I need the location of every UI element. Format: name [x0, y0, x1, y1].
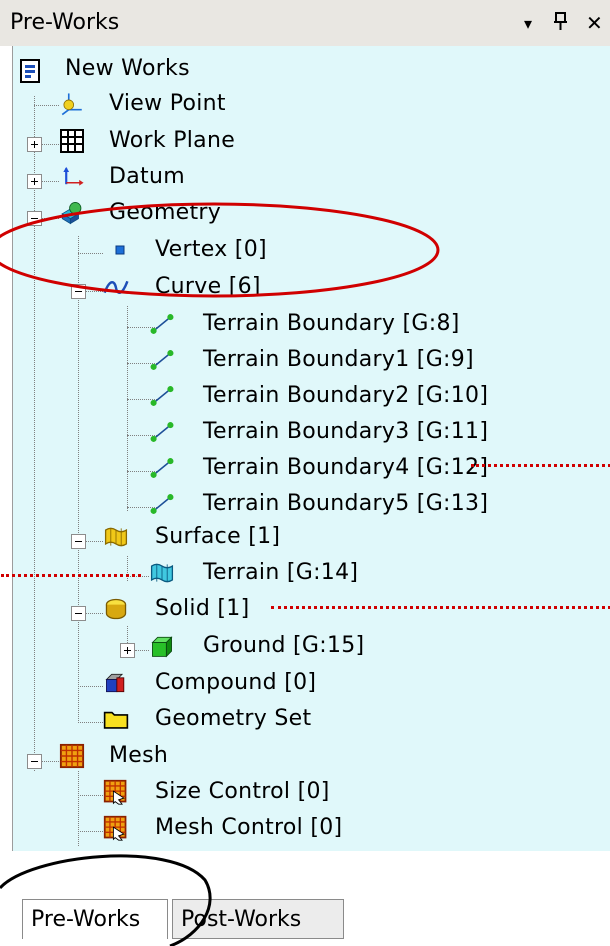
tree-item-view-point[interactable]: View Point — [13, 87, 413, 123]
size-control-icon — [103, 779, 127, 805]
cube-icon — [151, 636, 173, 658]
tree-item-label: Mesh Control [0] — [155, 815, 343, 840]
geometry-icon — [61, 202, 82, 225]
close-icon[interactable]: ✕ — [586, 11, 603, 35]
tree-item-label: Mesh — [109, 743, 169, 768]
tree-item-label: Terrain Boundary [G:8] — [203, 311, 460, 336]
tree-item-datum[interactable]: Datum — [13, 160, 413, 196]
solid-icon — [105, 598, 127, 620]
tree-item-terrain-boundary5[interactable]: Terrain Boundary5 [G:13] — [13, 487, 553, 523]
line-segment-icon — [150, 314, 174, 334]
tree-item-geometry-set[interactable]: Geometry Set — [13, 702, 413, 738]
tree-item-label: Ground [G:15] — [203, 633, 365, 658]
tab-post-works[interactable]: Post-Works — [172, 899, 344, 939]
tree-item-label: Geometry Set — [155, 706, 312, 731]
tree-item-label: Terrain Boundary3 [G:11] — [203, 419, 489, 444]
mesh-control-icon — [103, 815, 127, 841]
tree-item-label: Curve [6] — [155, 274, 261, 299]
tree-item-label: Surface [1] — [155, 524, 281, 549]
line-segment-icon — [150, 386, 174, 406]
tree-item-solid[interactable]: Solid [1] — [13, 592, 413, 628]
tree-item-label: Terrain Boundary1 [G:9] — [203, 347, 474, 372]
dropdown-icon[interactable]: ▾ — [524, 14, 532, 33]
annotation-leader-line — [471, 464, 610, 467]
tree-item-terrain-boundary4[interactable]: Terrain Boundary4 [G:12] — [13, 451, 553, 487]
grid-icon — [60, 129, 84, 153]
terrain-surface-icon — [150, 563, 174, 583]
tree-item-terrain-boundary[interactable]: Terrain Boundary [G:8] — [13, 307, 553, 343]
tree-item-label: Work Plane — [109, 128, 236, 153]
folder-icon — [103, 711, 129, 729]
annotation-leader-line — [1, 574, 141, 577]
line-segment-icon — [150, 422, 174, 442]
tree-item-label: Terrain Boundary2 [G:10] — [203, 383, 489, 408]
tab-pre-works[interactable]: Pre-Works — [22, 899, 168, 939]
document-icon — [20, 59, 40, 83]
tree-item-label: Solid [1] — [155, 596, 250, 621]
pre-works-panel: Pre-Works ▾ ✕ New Works View Point Work … — [0, 0, 610, 946]
tree-item-label: Size Control [0] — [155, 779, 330, 804]
tree-item-compound[interactable]: Compound [0] — [13, 666, 413, 702]
tree-view[interactable]: New Works View Point Work Plane Datum Ge… — [1, 46, 610, 851]
compound-icon — [105, 673, 125, 693]
tree-item-label: View Point — [109, 91, 226, 116]
tree-item-curve[interactable]: Curve [6] — [13, 270, 413, 306]
tree-item-terrain-boundary1[interactable]: Terrain Boundary1 [G:9] — [13, 343, 553, 379]
mesh-icon — [59, 743, 85, 769]
tree-item-mesh[interactable]: Mesh — [13, 739, 413, 775]
pin-icon[interactable] — [553, 10, 569, 38]
view-point-icon — [61, 93, 82, 116]
tree-item-geometry[interactable]: Geometry — [13, 196, 413, 232]
tree-item-label: Terrain [G:14] — [203, 560, 359, 585]
tree-item-work-plane[interactable]: Work Plane — [13, 124, 413, 160]
annotation-leader-line — [271, 606, 610, 609]
tree-item-label: Terrain Boundary5 [G:13] — [203, 491, 489, 516]
tree-item-surface[interactable]: Surface [1] — [13, 520, 413, 556]
vertex-icon — [115, 245, 125, 255]
panel-title: Pre-Works — [10, 10, 120, 35]
tree-item-new-works[interactable]: New Works — [13, 52, 413, 88]
line-segment-icon — [150, 494, 174, 514]
panel-titlebar: Pre-Works ▾ ✕ — [0, 0, 610, 46]
tree-item-label: Geometry — [109, 200, 222, 225]
tree-item-label: Datum — [109, 164, 185, 189]
tree-item-terrain-boundary2[interactable]: Terrain Boundary2 [G:10] — [13, 379, 553, 415]
tree-item-terrain-boundary3[interactable]: Terrain Boundary3 [G:11] — [13, 415, 553, 451]
tree-item-vertex[interactable]: Vertex [0] — [13, 233, 413, 269]
line-segment-icon — [150, 350, 174, 370]
panel-tab-bar: Pre-Works Post-Works — [0, 851, 610, 946]
tree-item-mesh-control[interactable]: Mesh Control [0] — [13, 811, 413, 847]
tree-item-label: Vertex [0] — [155, 237, 267, 262]
tree-item-label: Terrain Boundary4 [G:12] — [203, 455, 489, 480]
surface-icon — [104, 527, 128, 547]
curve-icon — [103, 280, 129, 294]
tree-item-label: Compound [0] — [155, 670, 317, 695]
tree-item-ground[interactable]: Ground [G:15] — [13, 629, 413, 665]
tree-item-label: New Works — [65, 56, 190, 81]
tree-item-size-control[interactable]: Size Control [0] — [13, 775, 413, 811]
datum-axis-icon — [63, 166, 84, 186]
line-segment-icon — [150, 458, 174, 478]
